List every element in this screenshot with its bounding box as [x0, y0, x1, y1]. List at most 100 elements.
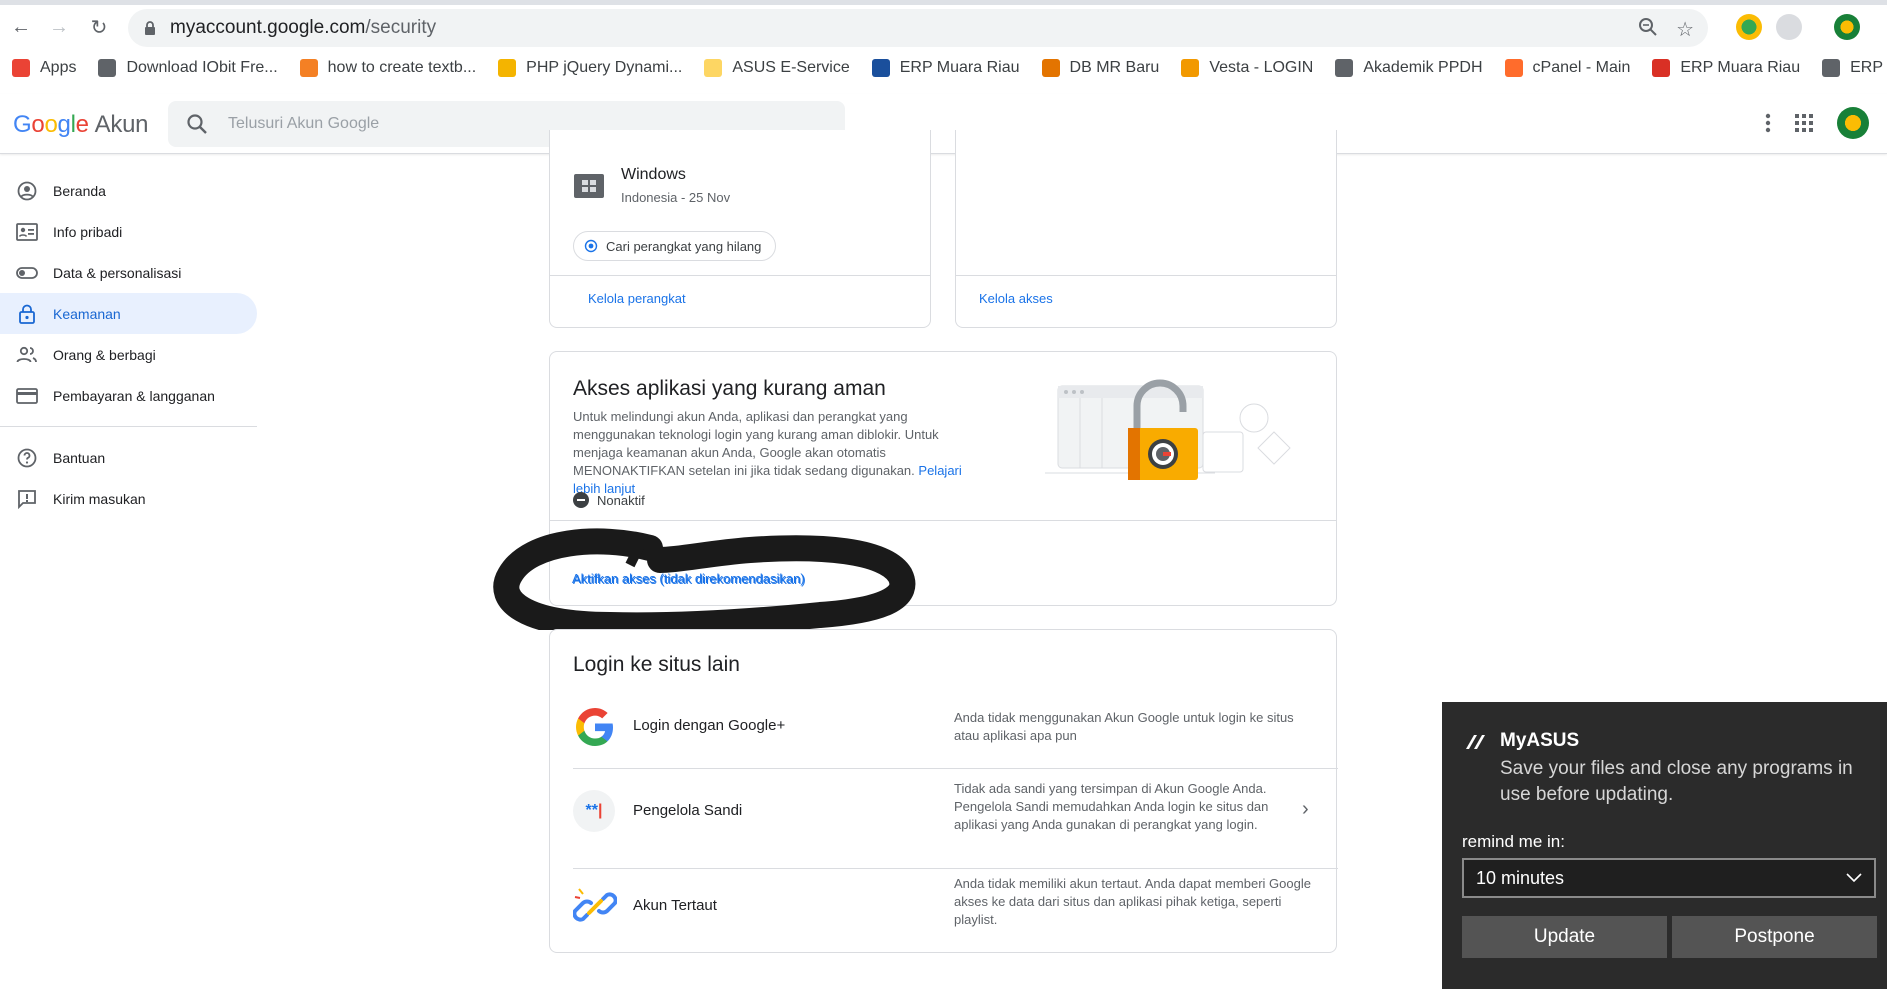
password-manager-icon: ** |	[573, 790, 615, 832]
bookmark-item[interactable]: ASUS E-Service	[704, 59, 850, 77]
bookmark-item[interactable]: DB MR Baru	[1041, 59, 1159, 77]
feedback-icon	[16, 488, 38, 510]
browser-toolbar: ← → ↻ myaccount.google.com/security ☆	[0, 0, 1887, 47]
myasus-notification: MyASUS Save your files and close any pro…	[1442, 702, 1887, 989]
sidebar-item-orang-berbagi[interactable]: Orang & berbagi	[0, 334, 257, 375]
bookmark-item[interactable]: cPanel - Main	[1504, 59, 1631, 77]
row-title: Akun Tertaut	[633, 897, 717, 914]
bookmark-favicon-icon	[498, 59, 517, 77]
sidebar-item-label: Bantuan	[53, 449, 106, 466]
url-text: myaccount.google.com/security	[170, 17, 437, 38]
people-icon	[16, 344, 38, 366]
google-account-logo[interactable]: Google Akun	[13, 111, 148, 139]
chevron-down-icon	[1846, 873, 1862, 883]
account-circle-icon	[16, 180, 38, 202]
bookmark-favicon-icon	[1504, 59, 1523, 77]
google-g-icon	[576, 708, 613, 746]
bookmark-item[interactable]: ERP Muara Riau	[871, 59, 1020, 77]
notification-message: Save your files and close any programs i…	[1500, 758, 1853, 805]
row-title: Pengelola Sandi	[633, 802, 743, 819]
row-title: Login dengan Google+	[633, 717, 786, 734]
bookmark-item[interactable]: Akademik PPDH	[1335, 59, 1483, 77]
sidebar-item-pembayaran[interactable]: Pembayaran & langganan	[0, 375, 257, 416]
signin-other-sites-card: Login ke situs lain Login dengan Google+…	[549, 629, 1338, 953]
bookmark-label: ERP Muara Riau	[1850, 59, 1887, 76]
update-button[interactable]: Update	[1462, 916, 1667, 958]
enable-access-link-overlay[interactable]: Aktifkan akses (tidak direkomendasikan)	[572, 571, 805, 586]
row-description: Tidak ada sandi yang tersimpan di Akun G…	[954, 781, 1269, 832]
zoom-icon[interactable]	[1638, 17, 1658, 37]
bookmark-favicon-icon	[1822, 59, 1841, 77]
linked-account-icon	[573, 888, 617, 922]
bookmark-item[interactable]: ERP Muara Riau	[1652, 59, 1800, 77]
postpone-button[interactable]: Postpone	[1672, 916, 1877, 958]
extension-icon[interactable]	[1736, 14, 1762, 40]
sidebar-item-kirim-masukan[interactable]: Kirim masukan	[0, 478, 257, 519]
asus-logo-icon	[1466, 735, 1485, 749]
profile-avatar[interactable]	[1834, 14, 1860, 40]
star-icon[interactable]: ☆	[1676, 17, 1694, 42]
google-wordmark: Google	[13, 111, 89, 138]
row-divider	[573, 768, 1338, 769]
location-icon	[584, 239, 598, 253]
search-input[interactable]: Telusuri Akun Google	[228, 115, 379, 133]
bookmark-label: Download IObit Fre...	[126, 59, 278, 76]
bookmark-label: how to create textb...	[327, 59, 477, 76]
sidebar-item-info-pribadi[interactable]: Info pribadi	[0, 211, 257, 252]
bookmark-label: PHP jQuery Dynami...	[526, 59, 683, 76]
address-bar[interactable]: myaccount.google.com/security ☆	[128, 9, 1708, 47]
side-navigation: Beranda Info pribadi Data & personalisas…	[0, 170, 257, 519]
row-description: Anda tidak memiliki akun tertaut. Anda d…	[954, 876, 1311, 927]
more-vert-icon[interactable]	[1765, 113, 1771, 133]
bookmark-favicon-icon	[12, 59, 30, 77]
device-name: Windows	[621, 166, 686, 183]
sidebar-item-label: Pembayaran & langganan	[53, 387, 215, 404]
globe-icon[interactable]	[1776, 14, 1802, 40]
sidebar-item-bantuan[interactable]: Bantuan	[0, 437, 257, 478]
less-secure-title: Akses aplikasi yang kurang aman	[573, 377, 886, 400]
account-avatar[interactable]	[1837, 107, 1869, 139]
bookmark-item[interactable]: Vesta - LOGIN	[1181, 59, 1313, 77]
padlock-illustration	[1045, 379, 1291, 480]
bookmark-label: Apps	[40, 59, 77, 76]
remind-value: 10 minutes	[1476, 867, 1565, 888]
bookmark-favicon-icon	[1041, 59, 1060, 77]
bookmark-label: cPanel - Main	[1532, 59, 1631, 76]
forward-icon[interactable]: →	[46, 14, 72, 40]
bookmark-favicon-icon	[871, 59, 890, 77]
sidebar-item-label: Data & personalisasi	[53, 264, 182, 281]
list-item[interactable]: Akun Tertaut Anda tidak memiliki akun te…	[573, 875, 1338, 951]
bookmark-item[interactable]: Apps	[12, 59, 76, 77]
list-item[interactable]: ** | Pengelola Sandi Tidak ada sandi yang…	[573, 780, 1338, 868]
bookmark-label: ERP Muara Riau	[899, 59, 1020, 76]
bookmark-favicon-icon	[1335, 59, 1354, 77]
status-row: Nonaktif	[573, 492, 645, 508]
search-icon	[187, 114, 207, 134]
apps-grid-icon[interactable]	[1795, 114, 1813, 132]
remind-label: remind me in:	[1462, 832, 1565, 851]
chevron-right-icon: ›	[1302, 798, 1309, 820]
status-text: Nonaktif	[597, 492, 645, 508]
remind-select[interactable]: 10 minutes	[1462, 858, 1876, 898]
bookmark-item[interactable]: how to create textb...	[299, 59, 477, 77]
bookmark-item[interactable]: PHP jQuery Dynami...	[498, 59, 682, 77]
find-device-button[interactable]: Cari perangkat yang hilang	[573, 231, 777, 261]
windows-device-icon	[574, 174, 604, 198]
bookmark-item[interactable]: ERP Muara Riau	[1822, 59, 1887, 77]
back-icon[interactable]: ←	[8, 14, 34, 40]
devices-card: Windows Indonesia - 25 Nov Cari perangka…	[549, 130, 931, 328]
signin-other-title: Login ke situs lain	[573, 653, 740, 676]
sidebar-item-data-personalisasi[interactable]: Data & personalisasi	[0, 252, 257, 293]
manage-access-link[interactable]: Kelola akses	[979, 291, 1053, 306]
sidebar-item-beranda[interactable]: Beranda	[0, 170, 257, 211]
toggle-icon	[16, 262, 38, 284]
reload-icon[interactable]: ↻	[86, 14, 112, 40]
bookmark-item[interactable]: Download IObit Fre...	[98, 59, 278, 77]
manage-devices-link[interactable]: Kelola perangkat	[588, 291, 686, 306]
bookmark-label: Akademik PPDH	[1363, 59, 1483, 76]
bookmarks-bar: Apps Download IObit Fre... how to create t…	[0, 50, 1887, 86]
bookmark-favicon-icon	[1652, 59, 1671, 77]
less-secure-description: Untuk melindungi akun Anda, aplikasi dan…	[573, 408, 983, 498]
sidebar-item-keamanan[interactable]: Keamanan	[0, 293, 257, 334]
bookmark-label: Vesta - LOGIN	[1209, 59, 1314, 76]
